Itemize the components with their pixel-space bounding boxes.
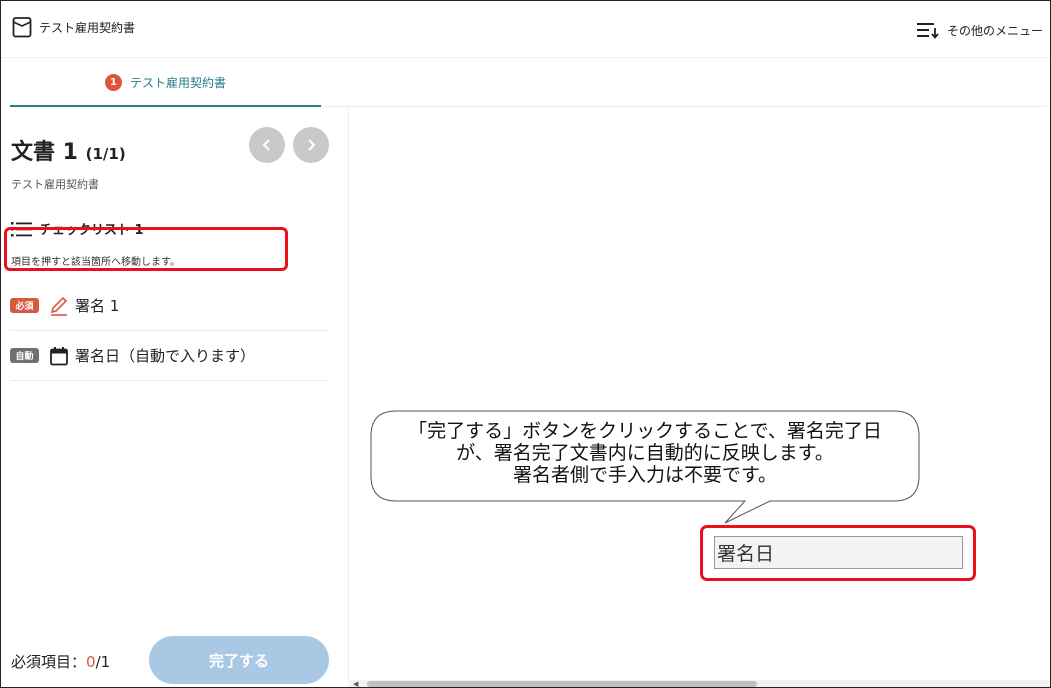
- tab-label: テスト雇用契約書: [129, 76, 226, 90]
- checklist-item-label: 署名 1: [75, 297, 120, 315]
- document-title: 文書 1 (1/1): [11, 134, 126, 166]
- auto-badge: 自動: [10, 348, 39, 363]
- pencil-icon: [50, 296, 68, 316]
- tab-document-1[interactable]: 1 テスト雇用契約書: [10, 60, 321, 107]
- document-box-icon: [12, 17, 32, 38]
- chevron-left-icon: [262, 139, 270, 151]
- horizontal-scrollbar-thumb[interactable]: [367, 681, 757, 687]
- highlight-box-date-field: [700, 525, 976, 581]
- next-document-button[interactable]: [293, 127, 329, 163]
- scroll-left-arrow-icon[interactable]: ◀: [353, 680, 358, 688]
- header-bar: テスト雇用契約書 その他のメニュー: [0, 0, 1051, 58]
- checklist-item-signature[interactable]: 必須 署名 1: [10, 281, 328, 331]
- document-count: (1/1): [85, 145, 126, 163]
- required-items-total: /1: [95, 653, 111, 671]
- app-title: テスト雇用契約書: [39, 21, 136, 35]
- highlight-box-checklist-item: [4, 227, 288, 271]
- complete-button[interactable]: 完了する: [149, 636, 329, 684]
- callout-line: 署名者側で手入力は不要です。: [512, 464, 778, 486]
- previous-document-button[interactable]: [249, 127, 285, 163]
- checklist-item-signature-date[interactable]: 自動 署名日（自動で入ります）: [10, 331, 328, 381]
- required-items-counter: 必須項目：0/1: [11, 651, 110, 672]
- document-subtitle: テスト雇用契約書: [11, 178, 99, 191]
- chevron-right-icon: [308, 139, 316, 151]
- calendar-icon: [50, 346, 68, 365]
- other-menu-button[interactable]: その他のメニュー: [916, 20, 1043, 40]
- required-items-label: 必須項目：: [11, 653, 87, 671]
- callout-line: が、署名完了文書内に自動的に反映します。: [456, 442, 834, 464]
- required-items-done: 0: [86, 653, 96, 671]
- tab-number-badge: 1: [104, 74, 122, 91]
- sidebar: 文書 1 (1/1) テスト雇用契約書 チェックリスト 1 項目を押すと該当箇所…: [0, 108, 349, 688]
- document-viewer[interactable]: [350, 108, 1049, 688]
- callout-line: 「完了する」ボタンをクリックすることで、署名完了日: [408, 420, 882, 442]
- checklist-item-label: 署名日（自動で入ります）: [75, 347, 256, 365]
- other-menu-label: その他のメニュー: [946, 23, 1043, 38]
- document-title-text: 文書 1: [11, 140, 78, 165]
- sort-down-icon: [916, 23, 939, 39]
- callout-text: 「完了する」ボタンをクリックすることで、署名完了日 が、署名完了文書内に自動的に…: [375, 420, 915, 486]
- required-badge: 必須: [10, 298, 39, 313]
- document-tab-bar: 1 テスト雇用契約書: [10, 60, 1046, 107]
